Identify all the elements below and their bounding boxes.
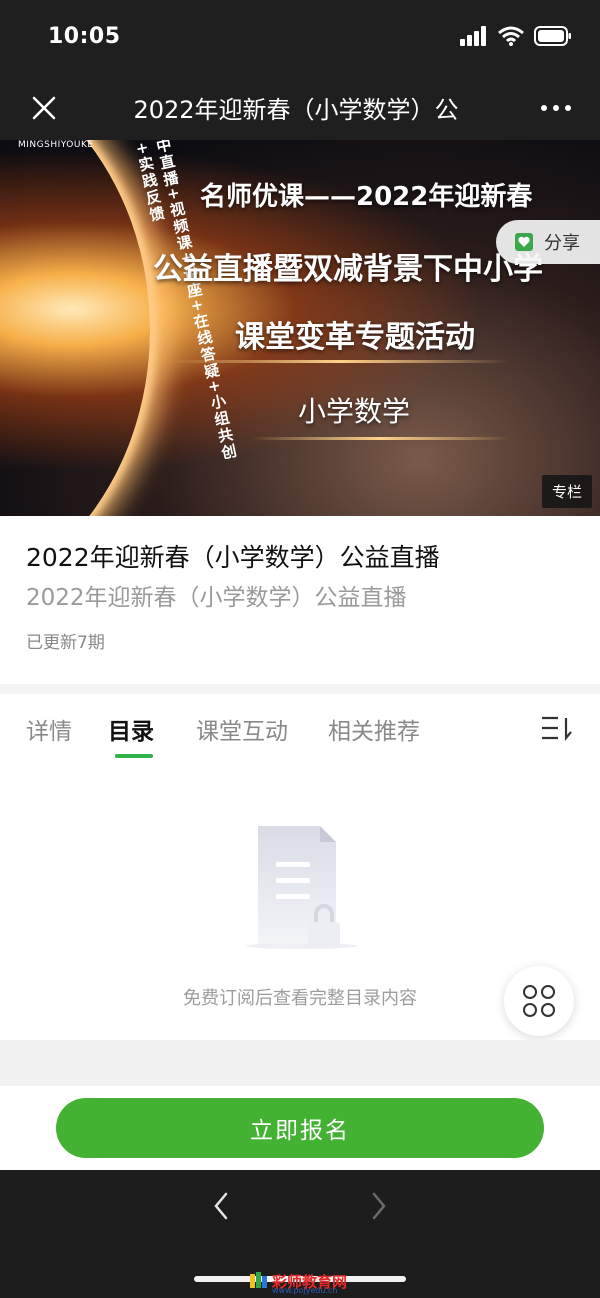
watermark-logo-icon xyxy=(250,1272,267,1288)
course-info: 2022年迎新春（小学数学）公益直播 2022年迎新春（小学数学）公益直播 已更… xyxy=(0,516,600,684)
footer-bar: 立即报名 xyxy=(0,1086,600,1170)
floating-menu-button[interactable] xyxy=(504,966,574,1036)
tab-recommendations[interactable]: 相关推荐 xyxy=(328,712,420,746)
section-divider xyxy=(0,684,600,694)
tab-active-indicator xyxy=(115,754,153,758)
banner-line-3: 课堂变革专题活动 xyxy=(235,320,475,355)
browser-bottom-bar: 彩师教育网 www.pojyedu.cn xyxy=(0,1170,600,1298)
section-divider xyxy=(0,1040,600,1086)
course-banner: MINGSHIYOUKE 中直播+视频课+讲座+在线答疑+小组共创+实践反馈 名… xyxy=(0,140,600,516)
banner-line-2: 公益直播暨双减背景下中小学 xyxy=(153,252,543,287)
column-tag: 专栏 xyxy=(541,475,592,508)
back-arrow-icon[interactable] xyxy=(206,1190,238,1222)
more-icon[interactable] xyxy=(536,92,576,124)
tab-catalog[interactable]: 目录 xyxy=(108,712,154,746)
nav-bar: 2022年迎新春（小学数学）公 xyxy=(0,80,600,140)
signal-icon xyxy=(460,26,486,46)
tab-bar: 详情 目录 课堂互动 相关推荐 xyxy=(0,694,600,764)
battery-icon xyxy=(534,26,571,46)
locked-document-icon xyxy=(246,826,358,949)
close-icon[interactable] xyxy=(28,92,60,124)
forward-arrow-icon[interactable] xyxy=(362,1190,394,1222)
status-icons xyxy=(460,26,572,46)
wifi-icon xyxy=(498,26,524,46)
status-bar: 10:05 xyxy=(0,0,600,80)
share-button[interactable]: 分享 xyxy=(496,220,600,264)
sort-list-icon[interactable] xyxy=(540,714,576,742)
banner-line-4: 小学数学 xyxy=(298,395,411,428)
grid-menu-icon xyxy=(523,985,555,1017)
tab-interaction[interactable]: 课堂互动 xyxy=(196,712,288,746)
banner-line-1: 名师优课——2022年迎新春 xyxy=(200,182,533,212)
tab-details[interactable]: 详情 xyxy=(26,712,72,746)
nav-title: 2022年迎新春（小学数学）公 xyxy=(133,96,459,124)
share-label: 分享 xyxy=(544,233,580,254)
status-time: 10:05 xyxy=(48,24,121,49)
watermark: 彩师教育网 www.pojyedu.cn xyxy=(250,1266,347,1296)
banner-brand: MINGSHIYOUKE xyxy=(18,140,94,150)
share-icon xyxy=(515,233,533,251)
course-updates: 已更新7期 xyxy=(26,633,105,653)
course-subtitle: 2022年迎新春（小学数学）公益直播 xyxy=(26,585,407,611)
signup-button[interactable]: 立即报名 xyxy=(56,1098,544,1158)
course-title: 2022年迎新春（小学数学）公益直播 xyxy=(26,543,440,572)
watermark-url: www.pojyedu.cn xyxy=(272,1286,338,1295)
banner-streak xyxy=(170,360,510,363)
banner-streak xyxy=(250,437,510,440)
